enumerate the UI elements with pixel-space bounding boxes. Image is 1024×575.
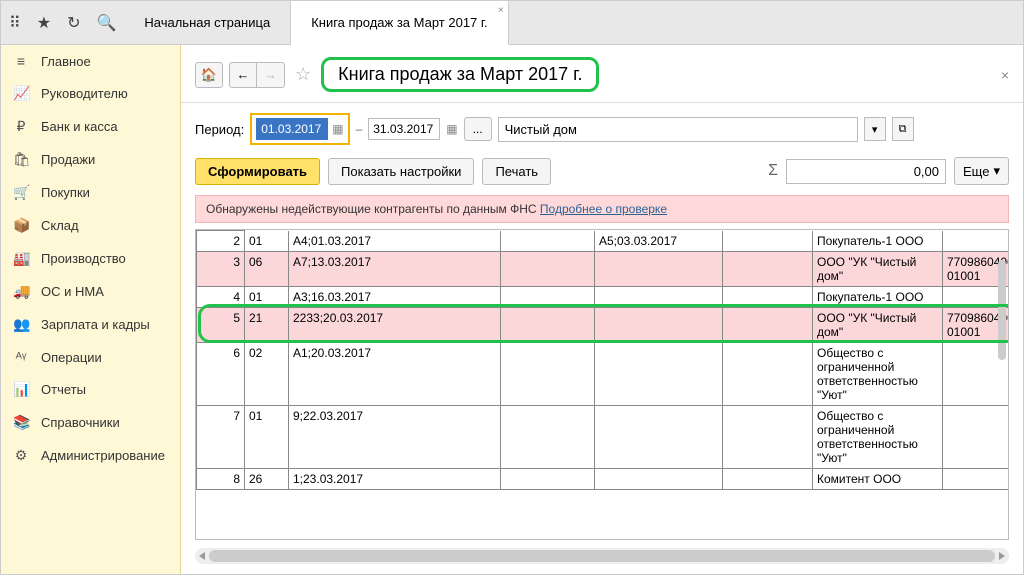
period-label: Период:	[195, 122, 244, 137]
sigma-icon: Σ	[768, 162, 778, 180]
forward-button[interactable]: →	[257, 62, 285, 88]
date-from-input[interactable]: 01.03.2017	[256, 118, 328, 140]
close-page-icon[interactable]: ×	[1001, 67, 1009, 83]
history-icon[interactable]: ↻	[67, 13, 80, 33]
sidebar-item-label: ОС и НМА	[41, 284, 104, 299]
sidebar-icon: 📈	[13, 85, 29, 102]
horizontal-scrollbar[interactable]	[195, 548, 1009, 564]
date-to-input[interactable]: 31.03.2017	[368, 118, 440, 140]
sidebar-icon: 🛍	[13, 151, 29, 168]
sidebar-item-label: Склад	[41, 218, 79, 233]
sidebar-item[interactable]: 🏭 Производство	[1, 242, 180, 275]
sum-input[interactable]	[786, 159, 946, 184]
more-button[interactable]: Еще▾	[954, 157, 1009, 185]
sidebar-item[interactable]: ᴬᵞ Операции	[1, 341, 180, 373]
sidebar-item[interactable]: 👥 Зарплата и кадры	[1, 308, 180, 341]
sidebar-item[interactable]: 📦 Склад	[1, 209, 180, 242]
sidebar-item[interactable]: ⚙ Администрирование	[1, 439, 180, 472]
back-button[interactable]: ←	[229, 62, 257, 88]
tab-home[interactable]: Начальная страница	[124, 1, 291, 44]
sidebar-item-label: Покупки	[41, 185, 90, 200]
sidebar-icon: 📦	[13, 217, 29, 234]
favorite-icon[interactable]: ☆	[295, 64, 311, 85]
print-button[interactable]: Печать	[482, 158, 551, 185]
period-from-box: 01.03.2017 ▦	[250, 113, 349, 145]
sidebar-item[interactable]: 🚚 ОС и НМА	[1, 275, 180, 308]
sidebar-item[interactable]: ≡ Главное	[1, 45, 180, 77]
table-row[interactable]: 401A3;16.03.2017Покупатель-1 ООО	[197, 287, 1009, 308]
sidebar-icon: ≡	[13, 53, 29, 69]
period-picker-button[interactable]: ...	[464, 117, 492, 141]
sidebar-item-label: Справочники	[41, 415, 120, 430]
search-icon[interactable]: 🔍	[96, 13, 116, 33]
data-table: 201A4;01.03.2017A5;03.03.2017Покупатель-…	[196, 230, 1008, 490]
sidebar-icon: 👥	[13, 316, 29, 333]
expand-button[interactable]: ⧉	[892, 117, 914, 141]
table-row[interactable]: 5212233;20.03.2017ООО "УК "Чистый дом"77…	[197, 308, 1009, 343]
sidebar-item-label: Администрирование	[41, 448, 165, 463]
sidebar-item-label: Продажи	[41, 152, 95, 167]
table-row[interactable]: 7019;22.03.2017Общество с ограниченной о…	[197, 406, 1009, 469]
table-row[interactable]: 602A1;20.03.2017Общество с ограниченной …	[197, 343, 1009, 406]
sidebar-icon: 🏭	[13, 250, 29, 267]
sidebar-item-label: Банк и касса	[41, 119, 118, 134]
sidebar-icon: ₽	[13, 118, 29, 135]
calendar-icon[interactable]: ▦	[332, 122, 343, 136]
sidebar-item[interactable]: 📊 Отчеты	[1, 373, 180, 406]
sidebar-item[interactable]: ₽ Банк и касса	[1, 110, 180, 143]
sidebar-icon: 🛒	[13, 184, 29, 201]
sidebar-item-label: Отчеты	[41, 382, 86, 397]
sidebar-item-label: Операции	[41, 350, 102, 365]
warning-bar: Обнаружены недействующие контрагенты по …	[195, 195, 1009, 223]
page-title: Книга продаж за Март 2017 г.	[321, 57, 599, 92]
sidebar-item-label: Руководителю	[41, 86, 128, 101]
tab-active[interactable]: Книга продаж за Март 2017 г. ×	[291, 1, 508, 45]
sidebar-icon: 📊	[13, 381, 29, 398]
star-icon[interactable]: ★	[37, 13, 51, 33]
sidebar-item[interactable]: 📚 Справочники	[1, 406, 180, 439]
table-row[interactable]: 201A4;01.03.2017A5;03.03.2017Покупатель-…	[197, 231, 1009, 252]
organization-input[interactable]	[498, 117, 858, 142]
sidebar-icon: ⚙	[13, 447, 29, 464]
table-row[interactable]: 8261;23.03.2017Комитент ООО	[197, 469, 1009, 490]
form-button[interactable]: Сформировать	[195, 158, 320, 185]
sidebar-item[interactable]: 📈 Руководителю	[1, 77, 180, 110]
sidebar-icon: 📚	[13, 414, 29, 431]
warning-link[interactable]: Подробнее о проверке	[540, 202, 667, 216]
sidebar-icon: 🚚	[13, 283, 29, 300]
sidebar-icon: ᴬᵞ	[13, 349, 29, 365]
sidebar-item-label: Главное	[41, 54, 91, 69]
sidebar-item[interactable]: 🛒 Покупки	[1, 176, 180, 209]
sidebar-item-label: Зарплата и кадры	[41, 317, 150, 332]
sidebar-item[interactable]: 🛍 Продажи	[1, 143, 180, 176]
close-icon[interactable]: ×	[498, 5, 504, 16]
calendar-icon[interactable]: ▦	[446, 122, 457, 136]
show-settings-button[interactable]: Показать настройки	[328, 158, 474, 185]
table-row[interactable]: 306A7;13.03.2017ООО "УК "Чистый дом"7709…	[197, 252, 1009, 287]
vertical-scrollbar[interactable]	[998, 260, 1006, 360]
apps-icon[interactable]: ⠿	[9, 13, 21, 33]
sidebar-item-label: Производство	[41, 251, 126, 266]
sidebar: ≡ Главное 📈 Руководителю ₽ Банк и касса 🛍 Прода…	[1, 45, 181, 574]
home-button[interactable]: 🏠	[195, 62, 223, 88]
dropdown-button[interactable]: ▾	[864, 117, 886, 141]
